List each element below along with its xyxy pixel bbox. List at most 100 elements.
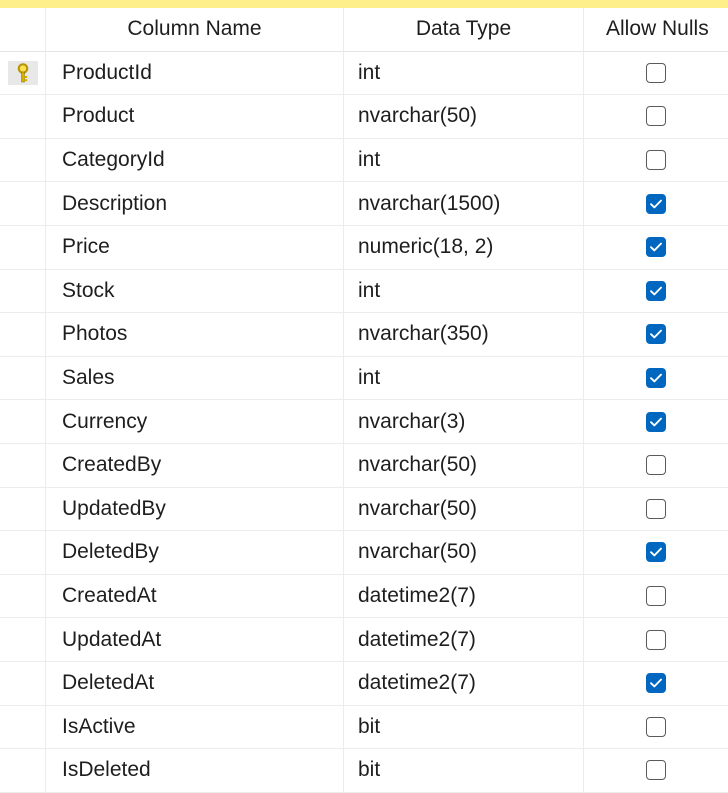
column-name-cell[interactable]: CategoryId bbox=[46, 138, 344, 183]
data-type-cell[interactable]: bit bbox=[344, 705, 584, 750]
allow-nulls-checkbox[interactable] bbox=[646, 455, 666, 476]
allow-nulls-checkbox[interactable] bbox=[646, 542, 666, 563]
allow-nulls-checkbox[interactable] bbox=[646, 324, 666, 345]
column-name-cell[interactable]: Description bbox=[46, 182, 344, 226]
table-row[interactable]: DeletedBy nvarchar(50) bbox=[0, 531, 728, 575]
grid-header-row: Column Name Data Type Allow Nulls bbox=[0, 8, 728, 52]
column-name-cell[interactable]: Product bbox=[46, 95, 344, 139]
row-selector[interactable] bbox=[0, 269, 46, 314]
data-type-cell[interactable]: nvarchar(1500) bbox=[344, 182, 584, 226]
row-selector[interactable] bbox=[0, 138, 46, 183]
column-name-cell[interactable]: Photos bbox=[46, 313, 344, 357]
column-name-cell[interactable]: CreatedAt bbox=[46, 574, 344, 619]
row-selector[interactable] bbox=[0, 487, 46, 532]
row-selector[interactable] bbox=[0, 574, 46, 619]
allow-nulls-checkbox[interactable] bbox=[646, 280, 666, 301]
allow-nulls-checkbox[interactable] bbox=[646, 368, 666, 389]
row-selector[interactable] bbox=[0, 400, 46, 444]
row-selector[interactable] bbox=[0, 313, 46, 357]
row-selector[interactable] bbox=[0, 443, 46, 488]
row-selector[interactable] bbox=[0, 356, 46, 401]
data-type-cell[interactable]: bit bbox=[344, 749, 584, 793]
data-type-cell[interactable]: nvarchar(50) bbox=[344, 531, 584, 575]
column-name-cell[interactable]: Price bbox=[46, 225, 344, 270]
allow-nulls-checkbox[interactable] bbox=[646, 629, 666, 650]
table-row[interactable]: Currency nvarchar(3) bbox=[0, 400, 728, 444]
table-row[interactable]: UpdatedAt datetime2(7) bbox=[0, 618, 728, 662]
allow-nulls-checkbox[interactable] bbox=[646, 62, 666, 83]
allow-nulls-checkbox[interactable] bbox=[646, 411, 666, 432]
column-name-cell[interactable]: CreatedBy bbox=[46, 443, 344, 488]
checkmark-icon bbox=[649, 285, 663, 297]
table-row[interactable]: Photos nvarchar(350) bbox=[0, 313, 728, 357]
data-type-cell[interactable]: datetime2(7) bbox=[344, 574, 584, 619]
table-row[interactable]: ProductId int bbox=[0, 51, 728, 96]
data-type-cell[interactable]: nvarchar(3) bbox=[344, 400, 584, 444]
table-row[interactable]: CategoryId int bbox=[0, 138, 728, 183]
data-type-cell[interactable]: nvarchar(50) bbox=[344, 443, 584, 488]
column-name-cell[interactable]: ProductId bbox=[46, 51, 344, 96]
data-type-header[interactable]: Data Type bbox=[344, 8, 584, 52]
checkmark-icon bbox=[649, 328, 663, 340]
column-name-cell[interactable]: UpdatedBy bbox=[46, 487, 344, 532]
column-name-cell[interactable]: Sales bbox=[46, 356, 344, 401]
column-name-header[interactable]: Column Name bbox=[46, 8, 344, 52]
row-selector[interactable] bbox=[0, 531, 46, 575]
row-selector[interactable] bbox=[0, 705, 46, 750]
data-type-cell[interactable]: int bbox=[344, 51, 584, 96]
table-row[interactable]: IsActive bit bbox=[0, 705, 728, 750]
row-selector[interactable] bbox=[0, 749, 46, 793]
data-type-cell[interactable]: datetime2(7) bbox=[344, 618, 584, 662]
allow-nulls-cell bbox=[584, 488, 728, 532]
allow-nulls-cell bbox=[584, 357, 728, 401]
column-name-cell[interactable]: IsDeleted bbox=[46, 749, 344, 793]
column-name-cell[interactable]: DeletedBy bbox=[46, 531, 344, 575]
table-row[interactable]: Product nvarchar(50) bbox=[0, 95, 728, 139]
allow-nulls-cell bbox=[584, 95, 728, 139]
row-selector[interactable] bbox=[0, 95, 46, 139]
table-row[interactable]: Price numeric(18, 2) bbox=[0, 225, 728, 270]
column-name-cell[interactable]: Stock bbox=[46, 269, 344, 314]
data-type-cell[interactable]: nvarchar(50) bbox=[344, 95, 584, 139]
row-selector[interactable] bbox=[0, 225, 46, 270]
row-selector[interactable] bbox=[0, 51, 46, 96]
allow-nulls-checkbox[interactable] bbox=[646, 237, 666, 258]
table-row[interactable]: IsDeleted bit bbox=[0, 749, 728, 793]
data-type-cell[interactable]: nvarchar(350) bbox=[344, 313, 584, 357]
data-type-cell[interactable]: int bbox=[344, 138, 584, 183]
column-name-cell[interactable]: IsActive bbox=[46, 705, 344, 750]
allow-nulls-header[interactable]: Allow Nulls bbox=[584, 8, 728, 52]
allow-nulls-checkbox[interactable] bbox=[646, 193, 666, 214]
column-name-cell[interactable]: UpdatedAt bbox=[46, 618, 344, 662]
row-selector-header[interactable] bbox=[0, 8, 46, 52]
row-selector[interactable] bbox=[0, 661, 46, 706]
table-row[interactable]: Sales int bbox=[0, 356, 728, 401]
table-row[interactable]: CreatedBy nvarchar(50) bbox=[0, 443, 728, 488]
data-type-cell[interactable]: datetime2(7) bbox=[344, 661, 584, 706]
column-name-cell[interactable]: DeletedAt bbox=[46, 661, 344, 706]
allow-nulls-checkbox[interactable] bbox=[646, 673, 666, 694]
allow-nulls-cell bbox=[584, 139, 728, 183]
row-selector[interactable] bbox=[0, 182, 46, 226]
allow-nulls-cell bbox=[584, 226, 728, 270]
column-name-cell[interactable]: Currency bbox=[46, 400, 344, 444]
allow-nulls-checkbox[interactable] bbox=[646, 150, 666, 171]
row-selector[interactable] bbox=[0, 618, 46, 662]
table-row[interactable]: Description nvarchar(1500) bbox=[0, 182, 728, 226]
allow-nulls-checkbox[interactable] bbox=[646, 586, 666, 607]
table-row[interactable]: CreatedAt datetime2(7) bbox=[0, 574, 728, 619]
checkmark-icon bbox=[649, 546, 663, 558]
checkmark-icon bbox=[649, 241, 663, 253]
allow-nulls-checkbox[interactable] bbox=[646, 760, 666, 781]
data-type-cell[interactable]: int bbox=[344, 356, 584, 401]
allow-nulls-checkbox[interactable] bbox=[646, 716, 666, 737]
table-row[interactable]: Stock int bbox=[0, 269, 728, 314]
table-row[interactable]: DeletedAt datetime2(7) bbox=[0, 661, 728, 706]
allow-nulls-checkbox[interactable] bbox=[646, 106, 666, 127]
data-type-cell[interactable]: numeric(18, 2) bbox=[344, 225, 584, 270]
data-type-cell[interactable]: nvarchar(50) bbox=[344, 487, 584, 532]
allow-nulls-cell bbox=[584, 313, 728, 357]
allow-nulls-checkbox[interactable] bbox=[646, 498, 666, 519]
data-type-cell[interactable]: int bbox=[344, 269, 584, 314]
table-row[interactable]: UpdatedBy nvarchar(50) bbox=[0, 487, 728, 532]
